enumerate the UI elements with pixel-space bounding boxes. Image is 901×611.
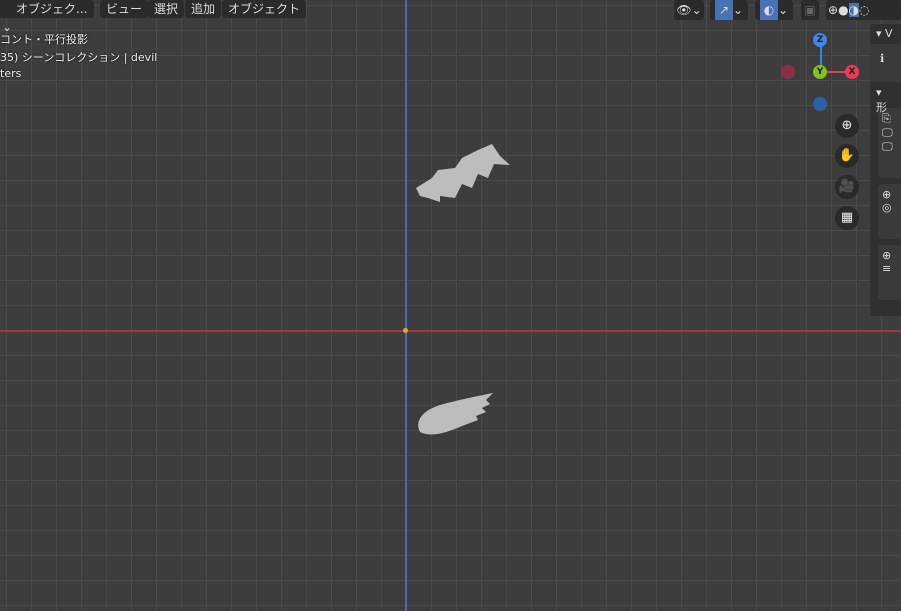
xray-icon: ▣ <box>804 3 816 17</box>
rendered-icon[interactable]: ◌ <box>859 3 869 17</box>
overlay-icon: ◐ <box>759 0 778 20</box>
gizmo-x-line <box>826 71 846 73</box>
grid-icon: ▦ <box>840 210 854 225</box>
units-info: ters <box>0 67 22 80</box>
sidebar-section-header-2[interactable]: ▾ 形 <box>870 82 901 114</box>
view-name: コント・平行投影 <box>0 33 88 46</box>
output-box[interactable]: ⎘ 🖵 🖵 <box>878 108 901 178</box>
menu-object[interactable]: オブジェクト <box>222 0 307 18</box>
menu-add[interactable]: 追加 <box>185 0 222 18</box>
mode-select[interactable]: オブジェク... ⌄ <box>0 0 94 34</box>
material-preview-icon[interactable]: ◑ <box>848 3 860 17</box>
sidebar-tab-label: V <box>885 27 893 40</box>
gizmo-y[interactable]: Y <box>813 65 827 79</box>
gizmo-z[interactable]: Z <box>813 33 827 47</box>
zoom-icon: ⊕ <box>841 118 853 133</box>
shading-modes[interactable]: ⊕●◑◌ <box>826 0 901 20</box>
hand-icon: ✋ <box>838 148 856 163</box>
3d-viewport[interactable] <box>0 0 901 611</box>
mode-label: オブジェク... <box>16 2 88 16</box>
pan-button[interactable]: ✋ <box>835 144 859 168</box>
add-box-1[interactable]: ⊕ ◎ <box>878 184 901 239</box>
ortho-toggle-button[interactable]: ▦ <box>835 206 859 230</box>
info-button[interactable]: ℹ <box>870 44 901 82</box>
sidebar-panel: ▾ V ℹ ▾ 形 ⎘ 🖵 🖵 ⊕ ◎ ⊕ ≡ <box>870 24 901 316</box>
menu-view[interactable]: ビュー <box>100 0 149 18</box>
wing-object <box>416 144 510 202</box>
gizmo-dropdown[interactable]: ↗ ⌄ <box>710 0 748 20</box>
solid-icon[interactable]: ● <box>838 3 848 17</box>
gizmo-neg-z[interactable] <box>813 97 827 111</box>
wireframe-icon[interactable]: ⊕ <box>828 3 838 17</box>
gizmo-x[interactable]: X <box>845 65 859 79</box>
gizmo-icon: ↗ <box>714 0 733 20</box>
overlay-dropdown[interactable]: ◐ ⌄ <box>755 0 793 20</box>
collection-info: 35) シーンコレクション | devil <box>0 51 158 64</box>
feather-object <box>418 393 493 435</box>
sidebar-section-header[interactable]: ▾ V <box>870 24 901 44</box>
zoom-button[interactable]: ⊕ <box>835 114 859 138</box>
add-box-2[interactable]: ⊕ ≡ <box>878 245 901 300</box>
gizmo-neg-x[interactable] <box>781 65 795 79</box>
scene-objects <box>416 144 510 435</box>
info-icon: ℹ <box>880 52 885 65</box>
xray-toggle[interactable]: ▣ <box>801 0 819 20</box>
camera-button[interactable]: 🎥 <box>835 175 859 199</box>
visibility-dropdown[interactable]: 👁⌄ <box>674 0 704 20</box>
eye-icon: 👁 <box>676 3 692 17</box>
camera-icon: 🎥 <box>838 179 856 194</box>
origin-point <box>403 328 408 333</box>
menu-select[interactable]: 選択 <box>148 0 185 18</box>
